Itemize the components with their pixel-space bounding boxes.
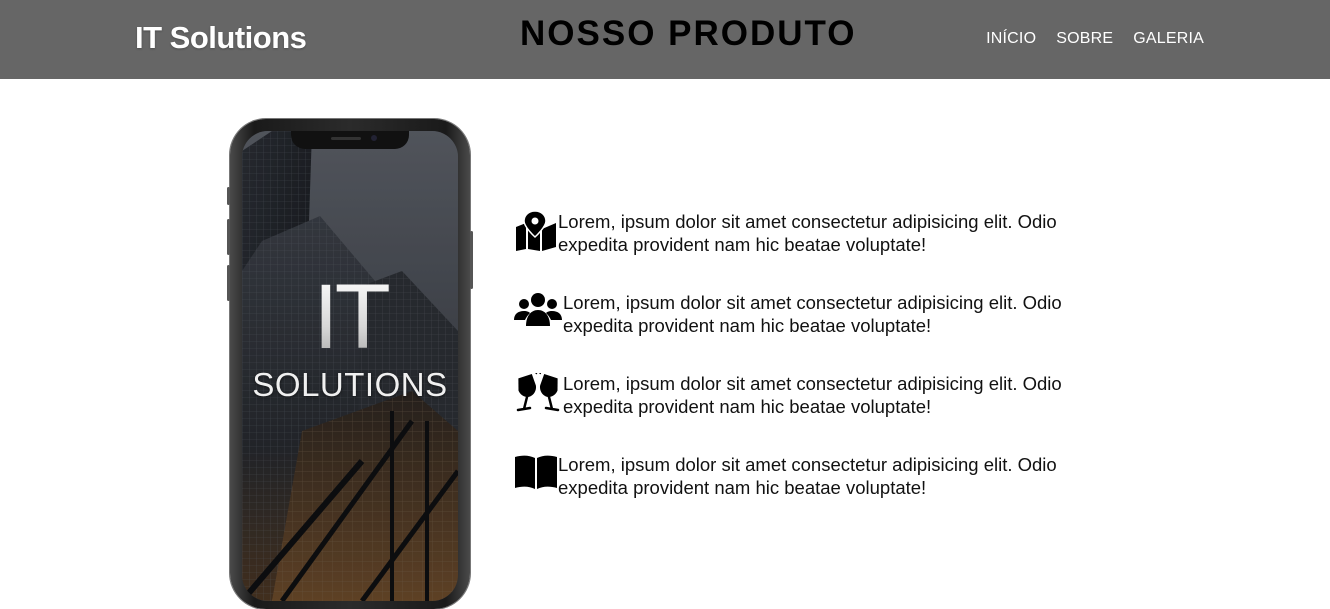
feature-text: Lorem, ipsum dolor sit amet consectetur … xyxy=(558,454,1057,498)
phone-screen: IT SOLUTIONS xyxy=(242,131,458,601)
book-open-icon xyxy=(514,454,558,495)
brand-logo-link[interactable]: IT Solutions xyxy=(135,20,307,56)
nav-link-inicio[interactable]: INÍCIO xyxy=(986,30,1036,48)
feature-item: Lorem, ipsum dolor sit amet consectetur … xyxy=(514,210,1098,256)
feature-text: Lorem, ipsum dolor sit amet consectetur … xyxy=(563,292,1062,336)
nav-link-sobre[interactable]: SOBRE xyxy=(1056,30,1113,48)
users-icon xyxy=(514,292,563,333)
phone-side-button xyxy=(470,231,473,289)
feature-item: Lorem, ipsum dolor sit amet consectetur … xyxy=(514,369,1103,418)
feature-item: Lorem, ipsum dolor sit amet consectetur … xyxy=(514,453,1098,499)
screen-logo-it: IT xyxy=(242,271,458,363)
phone-mockup-image: IT SOLUTIONS xyxy=(227,119,473,609)
main-nav: INÍCIO SOBRE GALERIA xyxy=(986,30,1204,48)
feature-item: Lorem, ipsum dolor sit amet consectetur … xyxy=(514,291,1103,337)
phone-side-button xyxy=(227,187,230,205)
wine-glasses-icon xyxy=(514,369,563,418)
feature-text: Lorem, ipsum dolor sit amet consectetur … xyxy=(563,373,1062,417)
screen-logo-solutions: SOLUTIONS xyxy=(252,366,448,403)
map-marker-icon xyxy=(514,210,558,256)
page-title: NOSSO PRODUTO xyxy=(520,14,857,53)
nav-link-galeria[interactable]: GALERIA xyxy=(1133,30,1204,48)
phone-side-button xyxy=(227,265,230,301)
phone-side-button xyxy=(227,219,230,255)
top-header: IT Solutions NOSSO PRODUTO INÍCIO SOBRE … xyxy=(0,0,1330,79)
feature-text: Lorem, ipsum dolor sit amet consectetur … xyxy=(558,211,1057,255)
phone-notch xyxy=(291,131,409,149)
